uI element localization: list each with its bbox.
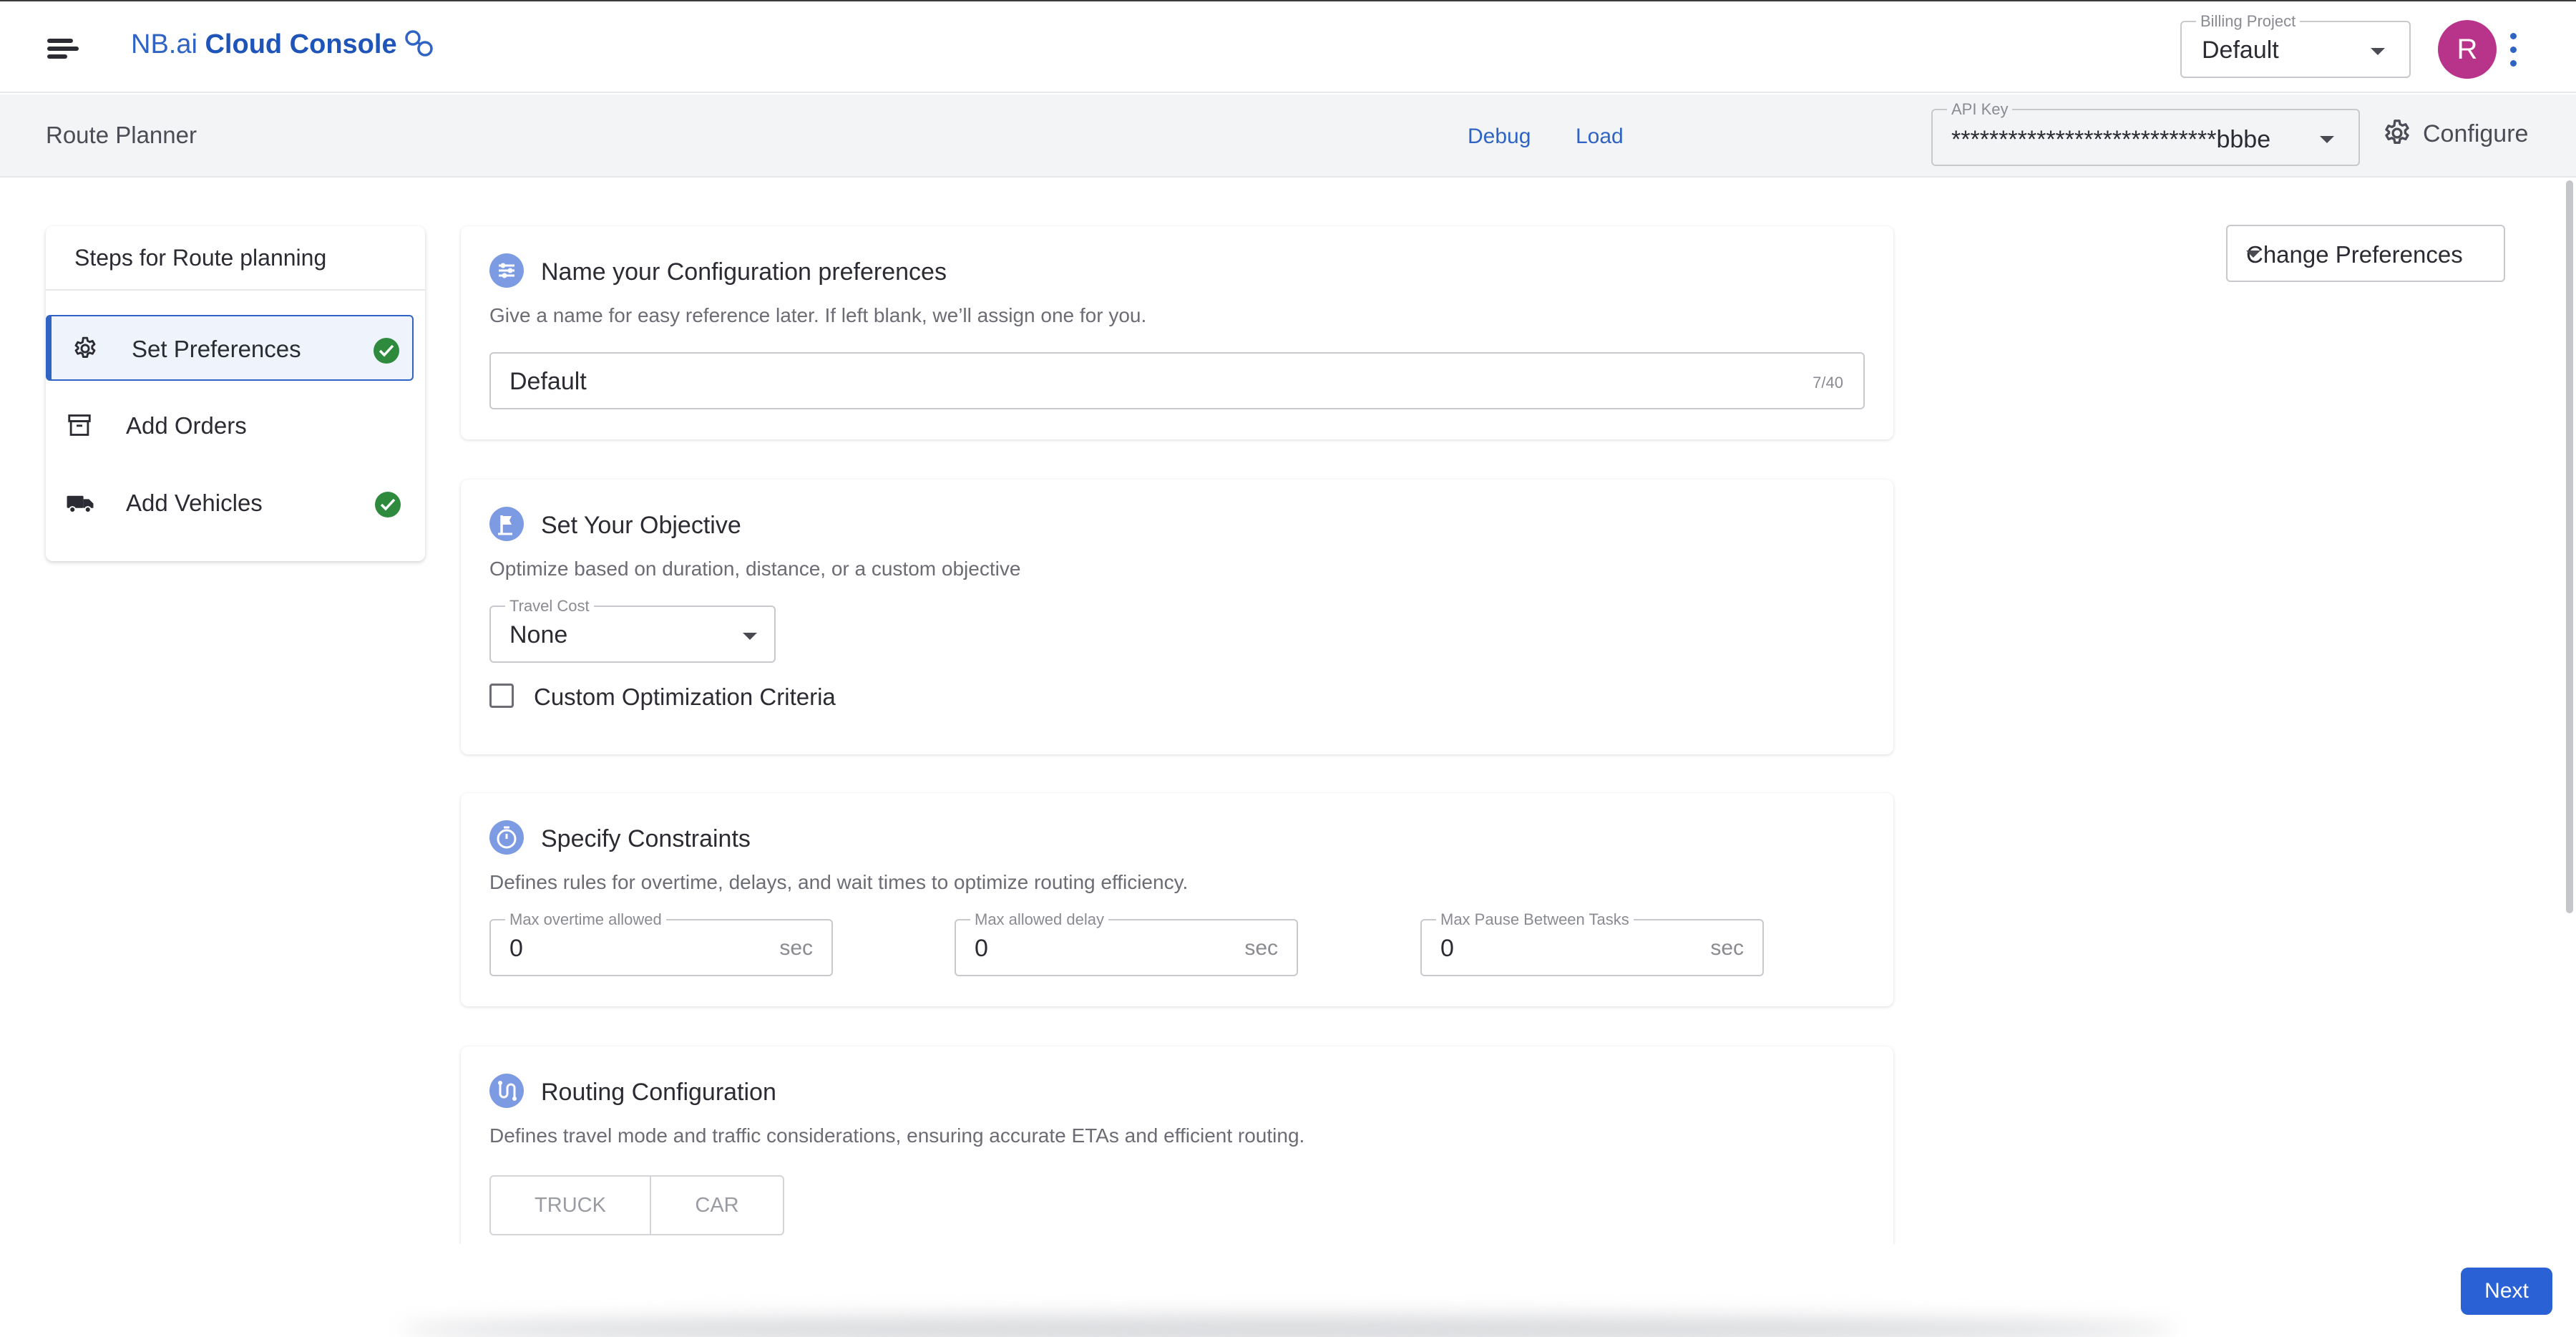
configure-button[interactable]: Configure [2381, 117, 2528, 153]
card-description: Defines rules for overtime, delays, and … [489, 871, 1189, 893]
step-add-orders[interactable]: Add Orders [46, 393, 414, 459]
archive-box-icon [66, 412, 93, 442]
card-title: Specify Constraints [541, 825, 751, 852]
travel-cost-label: Travel Cost [505, 597, 594, 616]
more-vert-icon[interactable] [2507, 33, 2519, 67]
check-circle-icon [375, 492, 401, 517]
check-circle-icon [374, 338, 399, 364]
step-set-preferences[interactable]: Set Preferences [46, 315, 414, 381]
travel-cost-value: None [509, 621, 568, 648]
max-overtime-input[interactable]: Max overtime allowed 0 sec [489, 910, 833, 976]
routing-configuration-card: Routing Configuration Defines travel mod… [461, 1046, 1893, 1261]
objective-card: Set Your Objective Optimize based on dur… [461, 480, 1893, 754]
debug-link[interactable]: Debug [1468, 125, 1531, 149]
step-label: Set Preferences [132, 336, 301, 362]
brand-prefix: NB.ai [131, 29, 197, 59]
card-description: Give a name for easy reference later. If… [489, 304, 1147, 326]
billing-project-label: Billing Project [2196, 12, 2301, 31]
truck-icon [66, 489, 94, 520]
car-mode-button[interactable]: CAR [650, 1177, 783, 1234]
max-delay-input[interactable]: Max allowed delay 0 sec [955, 910, 1298, 976]
card-title: Name your Configuration preferences [541, 258, 947, 286]
card-description: Optimize based on duration, distance, or… [489, 558, 1021, 580]
user-avatar[interactable]: R [2438, 20, 2497, 79]
configuration-name-input[interactable]: Default 7/40 [489, 352, 1865, 409]
field-unit: sec [779, 936, 813, 960]
page-title: Route Planner [46, 122, 197, 148]
sliders-icon [489, 253, 524, 288]
checkbox-label: Custom Optimization Criteria [534, 684, 836, 710]
top-bar: NB.ai Cloud Console Billing Project Defa… [0, 0, 2576, 93]
chevron-down-icon [743, 633, 757, 640]
field-value: 0 [1440, 935, 1454, 962]
step-label: Add Vehicles [126, 490, 263, 516]
api-key-select[interactable]: API Key ****************************bbbe [1931, 100, 2360, 166]
chevron-down-icon [2320, 136, 2334, 143]
field-unit: sec [1710, 936, 1744, 960]
stopwatch-icon [489, 820, 524, 855]
flag-icon [489, 507, 524, 541]
travel-cost-select[interactable]: Travel Cost None [489, 597, 776, 663]
chevron-down-icon [2246, 251, 2260, 258]
chevron-down-icon [2371, 48, 2385, 55]
brand-name: Cloud Console [205, 29, 397, 59]
field-value: 0 [509, 935, 523, 962]
change-preferences-label: Change Preferences [2246, 241, 2463, 268]
load-link[interactable]: Load [1576, 125, 1624, 149]
steps-title: Steps for Route planning [46, 226, 425, 291]
card-title: Set Your Objective [541, 512, 741, 539]
billing-project-select[interactable]: Billing Project Default [2180, 12, 2411, 78]
input-value: Default [509, 368, 587, 395]
route-icon [489, 1074, 524, 1108]
constraints-card: Specify Constraints Defines rules for ov… [461, 793, 1893, 1006]
billing-project-value: Default [2202, 37, 2279, 64]
next-button[interactable]: Next [2461, 1268, 2552, 1315]
page-scrollbar[interactable] [2566, 180, 2573, 913]
truck-mode-button[interactable]: TRUCK [491, 1177, 650, 1234]
sub-header: Route Planner Debug Load API Key *******… [0, 94, 2576, 178]
card-description: Defines travel mode and traffic consider… [489, 1124, 1305, 1147]
travel-mode-toggle: TRUCK CAR [489, 1175, 784, 1235]
menu-icon[interactable] [47, 37, 79, 60]
api-key-value: ****************************bbbe [1951, 126, 2271, 153]
steps-panel: Steps for Route planning Set Preferences… [46, 226, 425, 561]
gear-icon [72, 335, 99, 366]
custom-optimization-checkbox[interactable] [489, 684, 514, 708]
field-unit: sec [1244, 936, 1278, 960]
field-value: 0 [975, 935, 988, 962]
step-add-vehicles[interactable]: Add Vehicles [46, 470, 414, 536]
field-label: Max Pause Between Tasks [1436, 910, 1634, 929]
step-label: Add Orders [126, 412, 247, 439]
brand-logo[interactable]: NB.ai Cloud Console [131, 29, 436, 60]
brand-link-icon [404, 30, 433, 57]
character-counter: 7/40 [1813, 374, 1843, 392]
name-preferences-card: Name your Configuration preferences Give… [461, 226, 1893, 439]
change-preferences-button[interactable]: Change Preferences [2226, 225, 2505, 282]
max-pause-input[interactable]: Max Pause Between Tasks 0 sec [1420, 910, 1764, 976]
field-label: Max overtime allowed [505, 910, 666, 929]
card-title: Routing Configuration [541, 1079, 776, 1106]
configure-label: Configure [2423, 120, 2529, 147]
api-key-label: API Key [1947, 100, 2013, 119]
gear-icon [2385, 120, 2409, 145]
field-label: Max allowed delay [970, 910, 1108, 929]
